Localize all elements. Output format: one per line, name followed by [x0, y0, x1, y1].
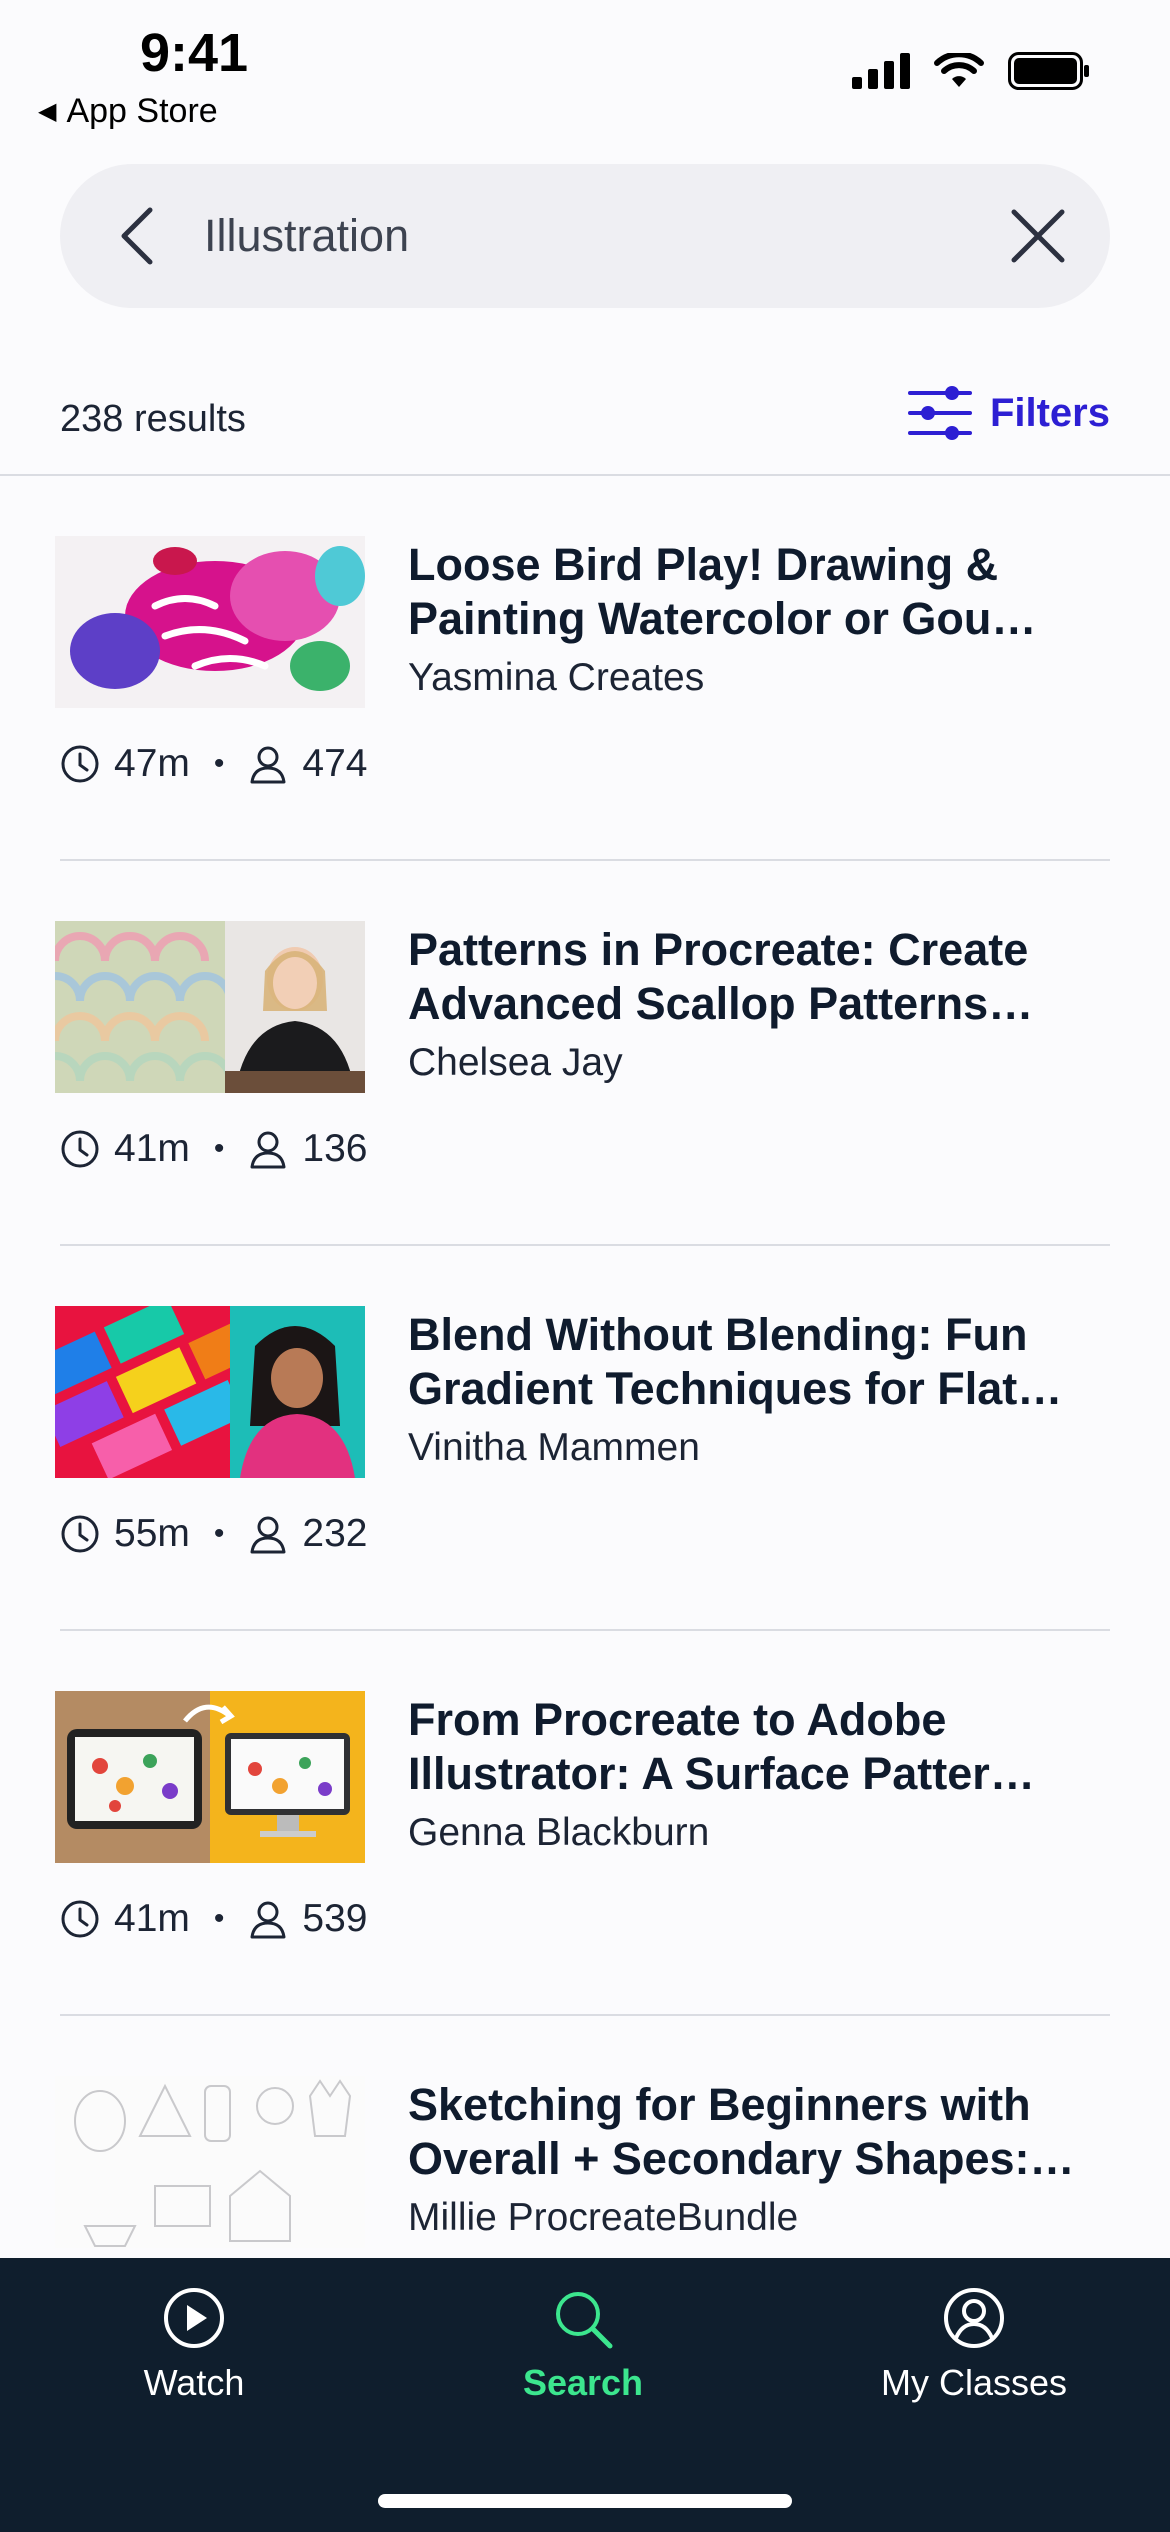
course-title-line: Sketching for Beginners with	[408, 2079, 1031, 2130]
course-item[interactable]: Blend Without Blending: Fun Gradient Tec…	[0, 1246, 1170, 1631]
filters-sliders-icon	[907, 386, 972, 440]
person-icon	[250, 1131, 286, 1169]
person-icon	[250, 1901, 286, 1939]
course-thumbnail	[55, 2076, 365, 2248]
course-title-line: From Procreate to Adobe	[408, 1694, 947, 1745]
course-thumbnail	[55, 1306, 365, 1478]
results-count: 238 results	[60, 398, 246, 440]
clear-search-icon[interactable]	[1006, 204, 1070, 268]
course-author: Yasmina Creates	[408, 656, 705, 699]
tab-my-classes[interactable]: My Classes	[824, 2286, 1124, 2404]
tab-watch[interactable]: Watch	[44, 2286, 344, 2404]
course-title-line: Blend Without Blending: Fun	[408, 1309, 1028, 1360]
back-app-label: App Store	[66, 92, 218, 130]
person-icon	[250, 746, 286, 784]
status-time: 9:41	[140, 23, 249, 83]
course-title-line: Loose Bird Play! Drawing &	[408, 539, 999, 590]
course-title-line: Illustrator: A Surface Patter…	[408, 1748, 1035, 1799]
tab-bar: Watch Search My Classes	[0, 2258, 1170, 2532]
course-title[interactable]: Blend Without Blending: Fun Gradient Tec…	[408, 1308, 1108, 1416]
meta-separator: •	[213, 1517, 225, 1550]
course-meta: 55m • 232	[60, 1512, 367, 1556]
course-title[interactable]: Patterns in Procreate: Create Advanced S…	[408, 923, 1108, 1031]
course-meta: 47m • 474	[60, 742, 367, 786]
meta-separator: •	[213, 747, 225, 780]
course-item[interactable]: Loose Bird Play! Drawing & Painting Wate…	[0, 476, 1170, 861]
meta-separator: •	[213, 1132, 225, 1165]
tab-watch-label: Watch	[143, 2362, 245, 2403]
profile-icon	[944, 2288, 1004, 2348]
search-icon	[556, 2292, 613, 2349]
clock-icon	[61, 1515, 99, 1553]
course-duration: 47m	[114, 742, 190, 785]
course-title-line: Overall + Secondary Shapes:…	[408, 2133, 1075, 2184]
battery-icon	[1008, 52, 1089, 90]
course-author: Chelsea Jay	[408, 1041, 623, 1084]
course-duration: 41m	[114, 1897, 190, 1940]
course-title[interactable]: From Procreate to Adobe Illustrator: A S…	[408, 1693, 1108, 1801]
search-input[interactable]: Illustration	[204, 210, 409, 262]
course-title[interactable]: Loose Bird Play! Drawing & Painting Wate…	[408, 538, 1108, 646]
meta-separator: •	[213, 1902, 225, 1935]
course-students: 232	[302, 1512, 368, 1555]
tab-search[interactable]: Search	[433, 2286, 733, 2404]
course-thumbnail	[55, 921, 365, 1093]
tab-my-classes-label: My Classes	[880, 2362, 1068, 2403]
clock-icon	[61, 1130, 99, 1168]
home-indicator[interactable]	[378, 2494, 792, 2508]
person-icon	[250, 1516, 286, 1554]
back-chevron-icon[interactable]	[108, 204, 172, 268]
course-item[interactable]: Patterns in Procreate: Create Advanced S…	[0, 861, 1170, 1246]
play-circle-icon	[164, 2288, 224, 2348]
status-bar: 9:41 ◀ App Store	[0, 0, 1170, 150]
course-meta: 41m • 136	[60, 1127, 367, 1171]
clock-icon	[61, 1900, 99, 1938]
course-title-line: Painting Watercolor or Gou…	[408, 593, 1037, 644]
course-duration: 55m	[114, 1512, 190, 1555]
filters-button[interactable]: Filters	[907, 385, 1110, 441]
course-author: Millie ProcreateBundle	[408, 2196, 799, 2239]
course-thumbnail	[55, 536, 365, 708]
course-thumbnail	[55, 1691, 365, 1863]
filters-label: Filters	[989, 390, 1110, 435]
cellular-signal-icon	[852, 53, 910, 89]
status-icons	[852, 52, 1090, 90]
course-title[interactable]: Sketching for Beginners with Overall + S…	[408, 2078, 1108, 2186]
course-meta: 41m • 539	[60, 1897, 367, 1941]
course-title-line: Advanced Scallop Patterns…	[408, 978, 1034, 1029]
course-item[interactable]: From Procreate to Adobe Illustrator: A S…	[0, 1631, 1170, 2016]
wifi-icon	[934, 53, 984, 87]
back-to-app-store[interactable]: ◀ App Store	[38, 92, 218, 131]
course-students: 539	[302, 1897, 368, 1940]
course-students: 136	[302, 1127, 368, 1170]
course-duration: 41m	[114, 1127, 190, 1170]
course-title-line: Patterns in Procreate: Create	[408, 924, 1029, 975]
course-author: Genna Blackburn	[408, 1811, 710, 1854]
search-bar[interactable]: Illustration	[60, 164, 1110, 308]
tab-search-label: Search	[522, 2362, 644, 2403]
course-author: Vinitha Mammen	[408, 1426, 700, 1469]
course-students: 474	[302, 742, 368, 785]
back-triangle-icon: ◀	[38, 98, 57, 125]
course-title-line: Gradient Techniques for Flat…	[408, 1363, 1063, 1414]
clock-icon	[61, 745, 99, 783]
